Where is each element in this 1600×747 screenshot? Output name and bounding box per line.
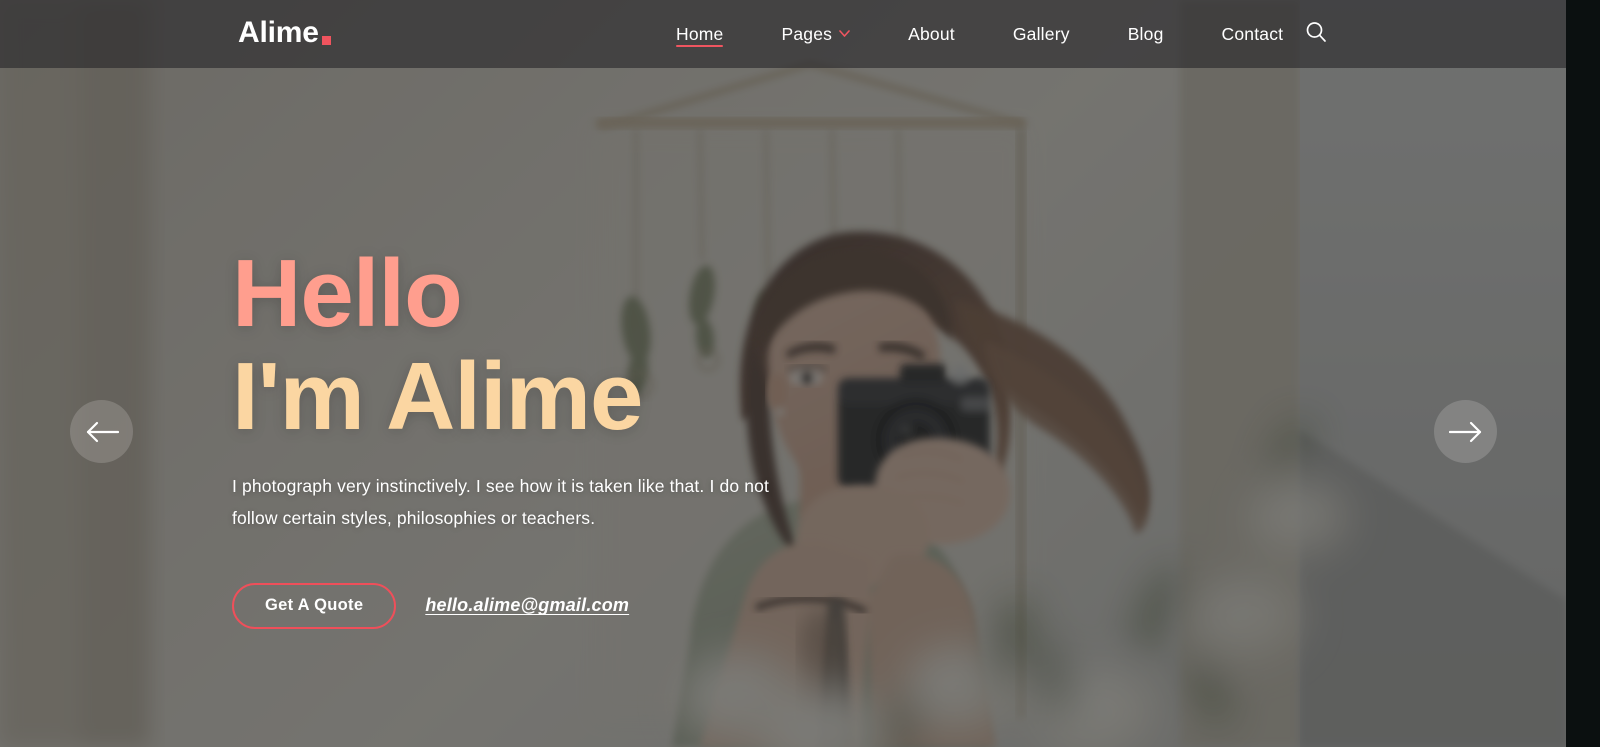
nav-item-contact-label: Contact [1221,24,1284,44]
arrow-right-icon [1448,421,1483,443]
search-icon [1304,20,1328,49]
page-root: Hello I'm Alime I photograph very instin… [0,0,1600,747]
get-a-quote-button[interactable]: Get A Quote [232,582,397,629]
hero-actions: Get A Quote hello.alime@gmail.com [232,582,932,629]
hero-content: Hello I'm Alime I photograph very instin… [232,246,932,629]
nav-item-pages-label: Pages [781,24,833,44]
site-header: Alime Home Pages About Gallery Blog Cont… [0,0,1566,68]
nav-item-home-label: Home [676,24,724,44]
brand-dot-icon [321,36,331,45]
chevron-down-icon [839,28,850,39]
nav-item-pages[interactable]: Pages [752,0,879,68]
nav-item-about[interactable]: About [879,0,984,68]
brand-logo-text: Alime [238,16,319,49]
hero-greeting: Hello [232,240,463,347]
nav-item-gallery-label: Gallery [1012,24,1070,44]
email-link[interactable]: hello.alime@gmail.com [425,595,629,616]
arrow-left-icon [85,421,119,443]
slider-next-button[interactable] [1434,400,1497,463]
nav-item-blog[interactable]: Blog [1099,0,1193,68]
brand-logo[interactable]: Alime [238,18,331,48]
nav-item-home[interactable]: Home [676,0,752,68]
nav-item-about-label: About [908,24,955,44]
hero-section: Hello I'm Alime I photograph very instin… [0,0,1566,747]
slider-prev-button[interactable] [70,400,133,463]
nav-item-contact[interactable]: Contact [1193,0,1313,68]
page-right-gutter [1566,0,1600,747]
site-viewport: Hello I'm Alime I photograph very instin… [0,0,1566,747]
main-navigation: Home Pages About Gallery Blog Contact [676,0,1312,68]
hero-description: I photograph very instinctively. I see h… [232,476,770,529]
nav-item-gallery[interactable]: Gallery [984,0,1099,68]
nav-item-blog-label: Blog [1127,24,1164,44]
hero-name: I'm Alime [232,343,643,450]
search-button[interactable] [1300,18,1332,50]
